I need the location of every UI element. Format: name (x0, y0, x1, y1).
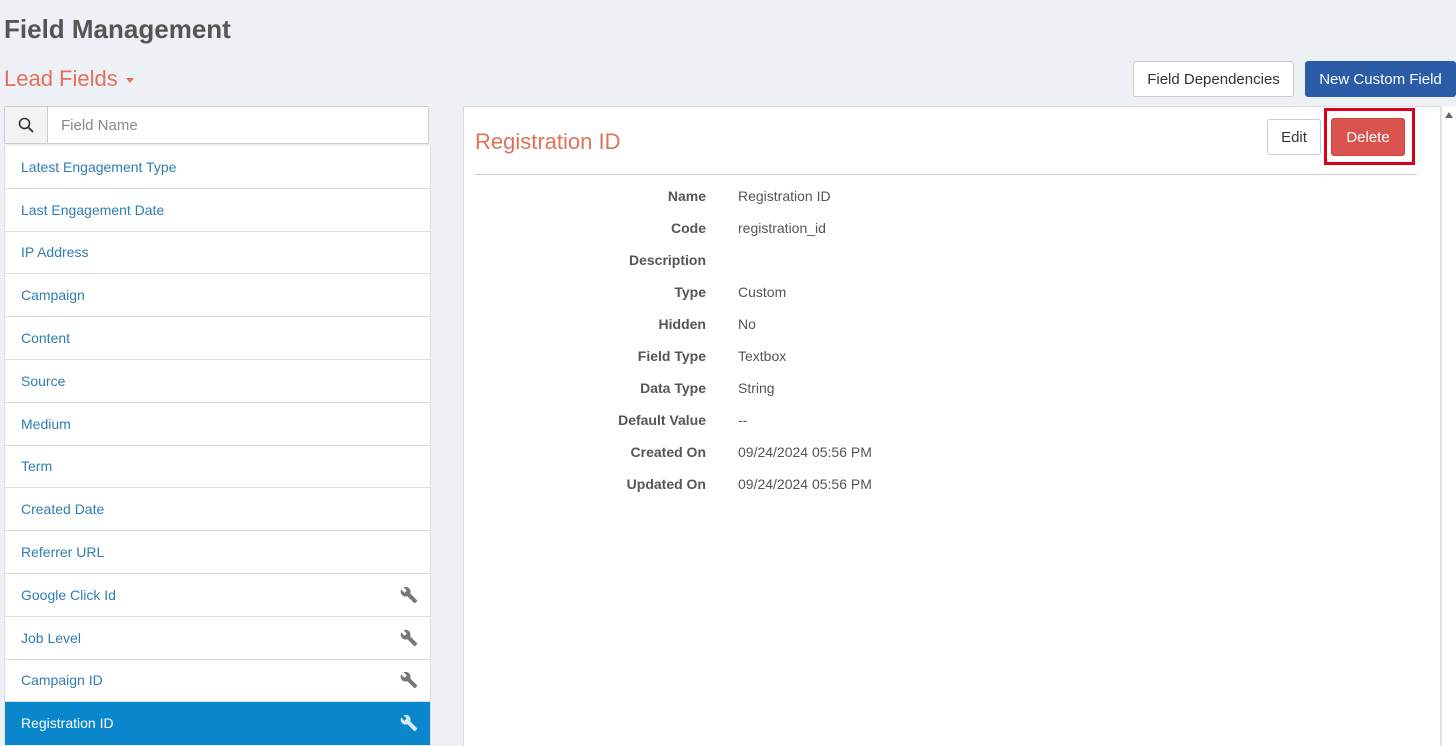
field-list-item-label: Source (21, 372, 66, 389)
property-label: Field Type (637, 348, 706, 364)
detail-scrollbar[interactable] (1441, 106, 1456, 746)
property-label: Created On (630, 444, 706, 460)
field-list-item[interactable]: Registration ID (5, 702, 430, 746)
field-list-item[interactable]: Referrer URL (5, 531, 430, 574)
property-list: Name Registration ID Code registration_id De… (475, 180, 1417, 500)
wrench-icon (400, 629, 418, 646)
property-label: Description (628, 252, 706, 268)
property-value: Textbox (738, 348, 787, 364)
detail-divider (475, 174, 1417, 175)
field-list-item-label: Last Engagement Date (21, 201, 165, 218)
field-list-item-label: IP Address (21, 244, 89, 261)
field-list-item-label: Registration ID (21, 715, 114, 732)
field-list: Latest Engagement Type Last Engagement Da… (4, 146, 431, 746)
property-value: 09/24/2024 05:56 PM (738, 444, 872, 460)
field-list-item-label: Latest Engagement Type (21, 158, 177, 175)
lead-fields-dropdown[interactable]: Lead Fields (4, 66, 134, 92)
property-label: Updated On (626, 476, 706, 492)
new-custom-field-button[interactable]: New Custom Field (1305, 61, 1456, 97)
field-detail-panel: Registration ID Edit Delete Name Registra… (463, 106, 1441, 746)
field-list-item-label: Job Level (21, 629, 81, 646)
wrench-icon (400, 586, 418, 604)
field-list-item[interactable]: Term (5, 445, 430, 489)
field-list-item[interactable]: Source (5, 359, 430, 403)
property-row: Name Registration ID (475, 180, 1417, 212)
property-row: Updated On 09/24/2024 05:56 PM (475, 468, 1417, 500)
field-list-item-label: Term (21, 458, 53, 475)
wrench-icon (400, 715, 418, 732)
field-search (4, 106, 429, 144)
caret-down-icon (125, 78, 134, 83)
property-value: -- (738, 412, 748, 428)
field-list-item[interactable]: Google Click Id (5, 573, 430, 617)
property-row: Field Type Textbox (475, 340, 1417, 372)
property-row: Type Custom (475, 276, 1417, 308)
property-value: 09/24/2024 05:56 PM (738, 476, 872, 492)
detail-title: Registration ID (475, 129, 621, 154)
property-label: Hidden (658, 316, 706, 332)
field-list-item-label: Campaign ID (21, 672, 103, 689)
section-title: Lead Fields (4, 66, 118, 91)
property-row: Data Type String (475, 372, 1417, 404)
delete-button[interactable]: Delete (1331, 118, 1405, 156)
field-list-item[interactable]: IP Address (5, 231, 430, 275)
property-row: Created On 09/24/2024 05:56 PM (475, 436, 1417, 468)
property-value: No (738, 316, 756, 332)
field-list-item-label: Created Date (21, 501, 105, 518)
field-list-item-label: Campaign (21, 287, 85, 304)
wrench-icon (400, 672, 418, 689)
search-icon (18, 117, 34, 133)
field-list-item[interactable]: Created Date (5, 488, 430, 532)
scroll-up-arrow-icon[interactable] (1445, 112, 1453, 118)
page-title: Field Management (4, 14, 231, 44)
property-value: String (738, 380, 775, 396)
property-row: Code registration_id (475, 212, 1417, 244)
property-value: registration_id (738, 220, 826, 236)
field-list-item[interactable]: Last Engagement Date (5, 188, 430, 232)
property-label: Data Type (640, 380, 706, 396)
field-list-item[interactable]: Job Level (5, 616, 430, 660)
property-row: Description (475, 244, 1417, 276)
search-addon (5, 107, 48, 143)
field-list-item[interactable]: Campaign (5, 274, 430, 318)
field-list-item[interactable]: Campaign ID (5, 659, 430, 703)
property-value: Registration ID (738, 188, 831, 204)
field-list-item[interactable]: Content (5, 317, 430, 360)
field-list-item-label: Referrer URL (21, 544, 105, 561)
field-list-item[interactable]: Latest Engagement Type (5, 146, 430, 189)
edit-button[interactable]: Edit (1267, 119, 1321, 155)
field-list-item[interactable]: Medium (5, 402, 430, 446)
property-value: Custom (738, 284, 787, 300)
property-label: Type (674, 284, 706, 300)
field-list-item-label: Medium (21, 415, 71, 432)
property-label: Default Value (618, 412, 706, 428)
field-name-search-input[interactable] (48, 107, 428, 143)
field-dependencies-button[interactable]: Field Dependencies (1133, 61, 1294, 97)
field-list-item-label: Google Click Id (21, 586, 116, 603)
property-row: Hidden No (475, 308, 1417, 340)
property-label: Code (671, 220, 706, 236)
property-label: Name (667, 188, 706, 204)
property-row: Default Value -- (475, 404, 1417, 436)
field-list-item-label: Content (21, 330, 71, 347)
